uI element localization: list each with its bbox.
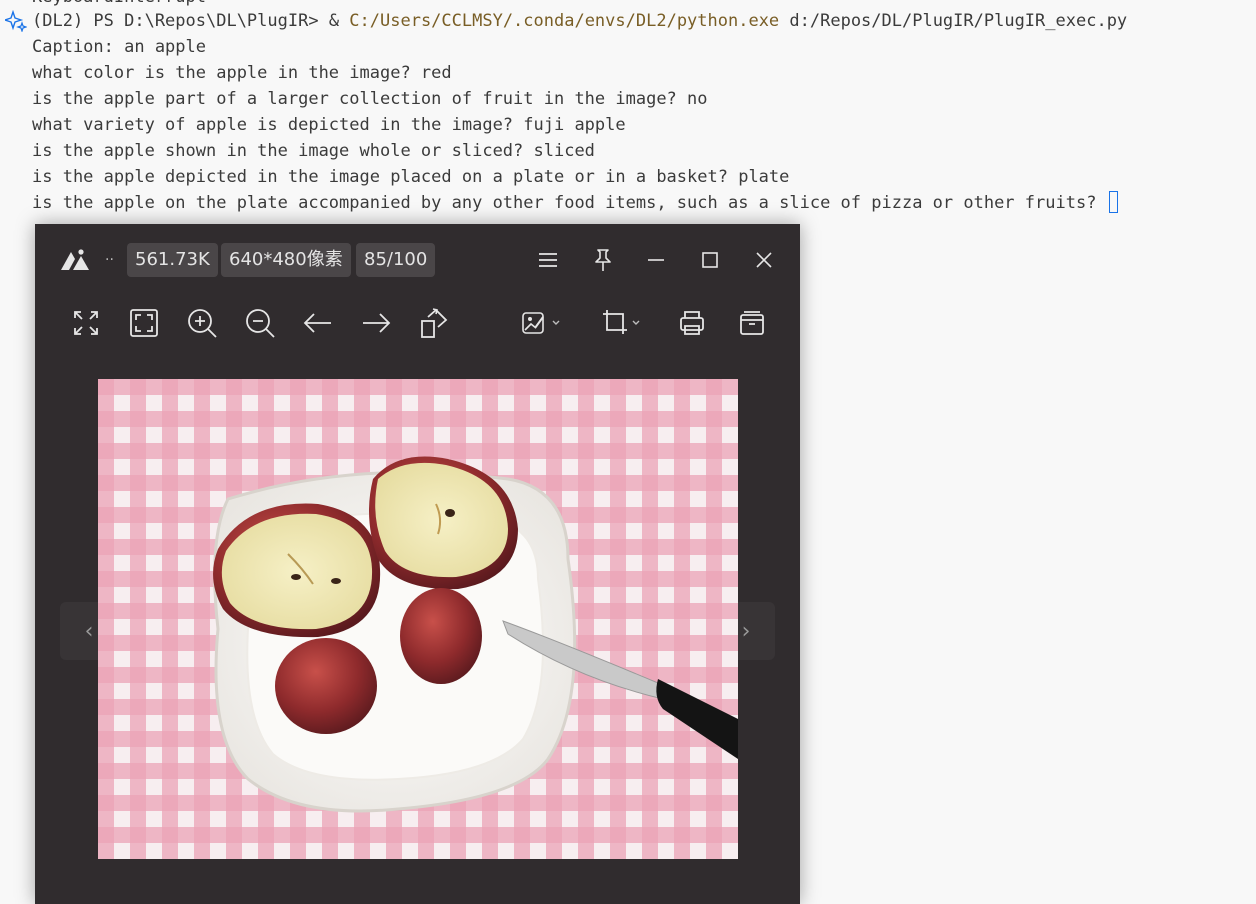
- dimensions-badge: 640*480像素: [221, 243, 351, 277]
- minimize-icon[interactable]: [642, 246, 670, 274]
- current-input-line[interactable]: is the apple on the plate accompanied by…: [32, 190, 1118, 216]
- file-size-badge: 561.73K: [127, 243, 218, 277]
- menu-icon[interactable]: [534, 246, 562, 274]
- output-line: Caption: an apple: [32, 37, 206, 57]
- command-line: (DL2) PS D:\Repos\DL\PlugIR> & C:/Users/…: [32, 8, 1127, 34]
- output-line: is the apple depicted in the image place…: [32, 167, 790, 187]
- print-icon[interactable]: [675, 306, 709, 340]
- python-exe-path: C:/Users/CCLMSY/.conda/envs/DL2/python.e…: [349, 11, 780, 31]
- quality-badge: 85/100: [356, 243, 436, 277]
- input-question: is the apple on the plate accompanied by…: [32, 193, 1107, 213]
- edit-image-icon[interactable]: [519, 306, 565, 340]
- fullscreen-icon[interactable]: [69, 306, 103, 340]
- prompt: (DL2) PS D:\Repos\DL\PlugIR>: [32, 11, 319, 31]
- output-line: what color is the apple in the image? re…: [32, 63, 452, 83]
- close-icon[interactable]: [750, 246, 778, 274]
- photo-apples-on-plate: [98, 379, 738, 859]
- zoom-out-icon[interactable]: [243, 306, 277, 340]
- sparkle-icon[interactable]: [5, 10, 27, 32]
- prompt-operator: &: [318, 11, 350, 31]
- fit-window-icon[interactable]: [127, 306, 161, 340]
- image-viewer-window[interactable]: .. 561.73K 640*480像素 85/100 ‹ ›: [35, 224, 800, 904]
- output-line: is the apple shown in the image whole or…: [32, 141, 595, 161]
- app-logo-icon: [61, 249, 89, 270]
- maximize-icon[interactable]: [696, 246, 724, 274]
- zoom-in-icon[interactable]: [185, 306, 219, 340]
- script-path: d:/Repos/DL/PlugIR/PlugIR_exec.py: [779, 11, 1128, 31]
- next-arrow-icon[interactable]: [359, 306, 393, 340]
- crop-icon[interactable]: [599, 306, 645, 340]
- delete-icon[interactable]: [735, 306, 769, 340]
- pin-icon[interactable]: [589, 246, 617, 274]
- rotate-icon[interactable]: [417, 306, 451, 340]
- output-line: is the apple part of a larger collection…: [32, 89, 708, 109]
- terminal-cursor: [1108, 191, 1118, 213]
- more-info-button[interactable]: ..: [105, 248, 114, 264]
- previous-arrow-icon[interactable]: [301, 306, 335, 340]
- output-line: what variety of apple is depicted in the…: [32, 115, 626, 135]
